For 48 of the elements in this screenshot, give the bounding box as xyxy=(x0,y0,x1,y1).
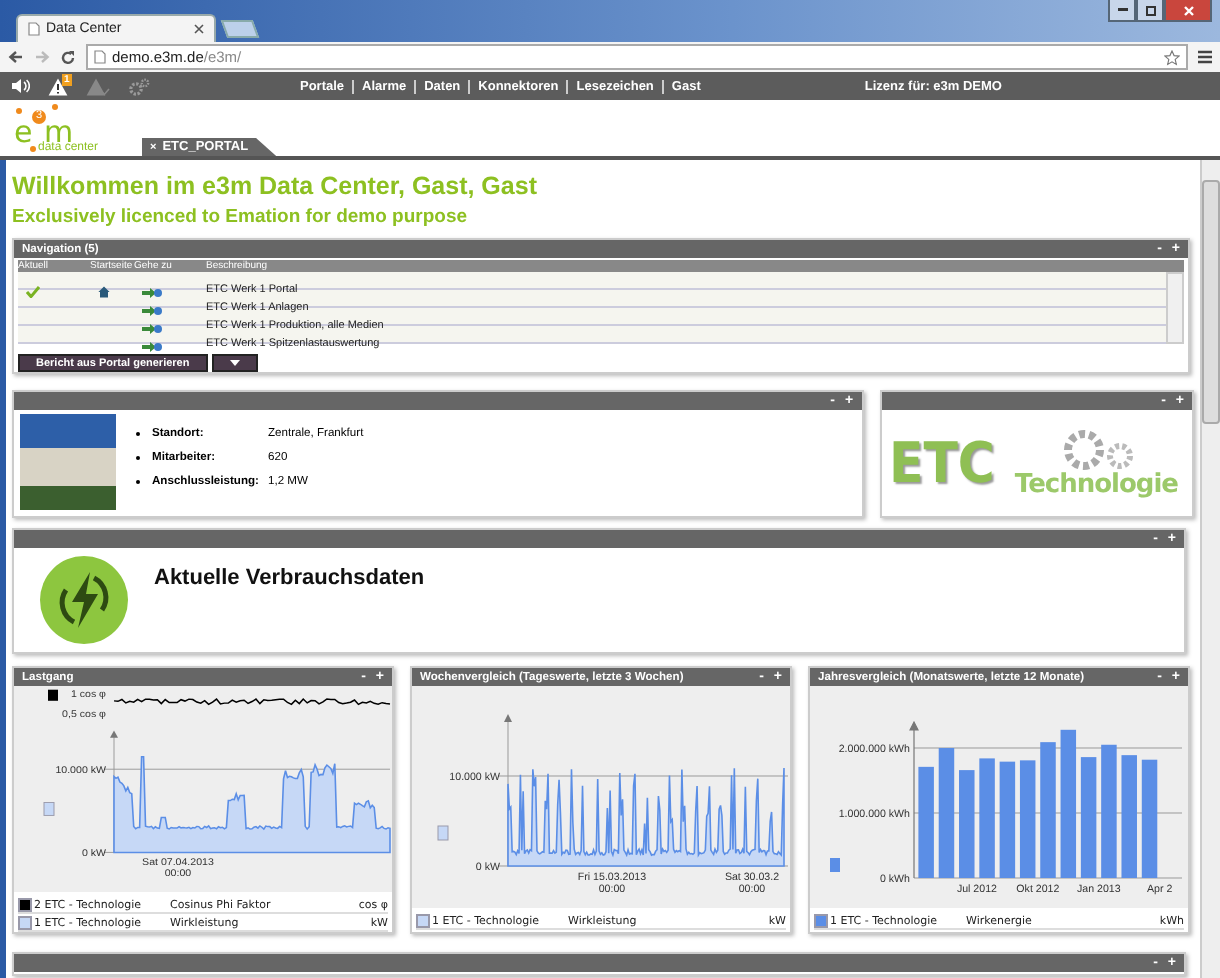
series-toggle-swatch[interactable] xyxy=(830,858,840,872)
series-toggle-swatch[interactable] xyxy=(48,689,58,701)
menu-icon[interactable] xyxy=(1198,50,1212,64)
close-button[interactable] xyxy=(1164,0,1212,22)
go-to-arrow-icon[interactable] xyxy=(142,324,162,334)
go-to-arrow-icon[interactable] xyxy=(142,288,162,298)
back-icon[interactable] xyxy=(8,50,24,64)
settings-icon[interactable] xyxy=(128,77,150,95)
star-icon[interactable] xyxy=(1164,49,1180,65)
reload-icon[interactable] xyxy=(60,49,76,65)
bar xyxy=(918,766,934,878)
maximize-button[interactable] xyxy=(1136,0,1164,22)
energy-icon xyxy=(38,554,130,646)
bar xyxy=(999,761,1016,878)
welcome-subtitle: Exclusively licenced to Emation for demo purpose xyxy=(12,206,470,232)
series-toggle-swatch[interactable] xyxy=(437,825,449,841)
minimize-icon xyxy=(1117,8,1127,12)
photo-placeholder xyxy=(20,414,116,510)
section-title: Aktuelle Verbrauchsdaten xyxy=(154,566,425,594)
bar xyxy=(979,758,995,878)
company-name: ETC xyxy=(889,430,995,496)
home-icon[interactable] xyxy=(98,286,110,298)
bar xyxy=(1141,759,1158,878)
close-icon[interactable] xyxy=(194,24,204,34)
page-icon xyxy=(28,22,40,36)
series-toggle-swatch[interactable] xyxy=(43,802,55,816)
page-icon xyxy=(94,50,106,64)
maximize-icon xyxy=(1145,5,1155,15)
bar xyxy=(1080,757,1097,878)
alert-check-icon[interactable] xyxy=(86,77,110,95)
bar xyxy=(1101,744,1117,878)
go-to-arrow-icon[interactable] xyxy=(142,342,162,352)
new-tab-button[interactable] xyxy=(220,20,260,38)
bar xyxy=(938,748,955,878)
bar xyxy=(959,770,975,878)
speaker-icon[interactable] xyxy=(12,78,30,94)
go-to-arrow-icon[interactable] xyxy=(142,306,162,316)
company-tagline: Technologie xyxy=(1014,470,1178,500)
caret-icon xyxy=(229,360,240,366)
axis-arrow-icon xyxy=(110,730,118,738)
close-icon xyxy=(1183,5,1193,15)
axis-arrow-icon xyxy=(504,714,512,722)
bar xyxy=(1019,760,1036,878)
bar xyxy=(1121,755,1137,878)
dropdown-button[interactable] xyxy=(211,354,258,372)
welcome-title: Willkommen im e3m Data Center, Gast, Gast xyxy=(12,172,539,202)
bar xyxy=(1040,742,1056,878)
minimize-button[interactable] xyxy=(1108,0,1136,22)
